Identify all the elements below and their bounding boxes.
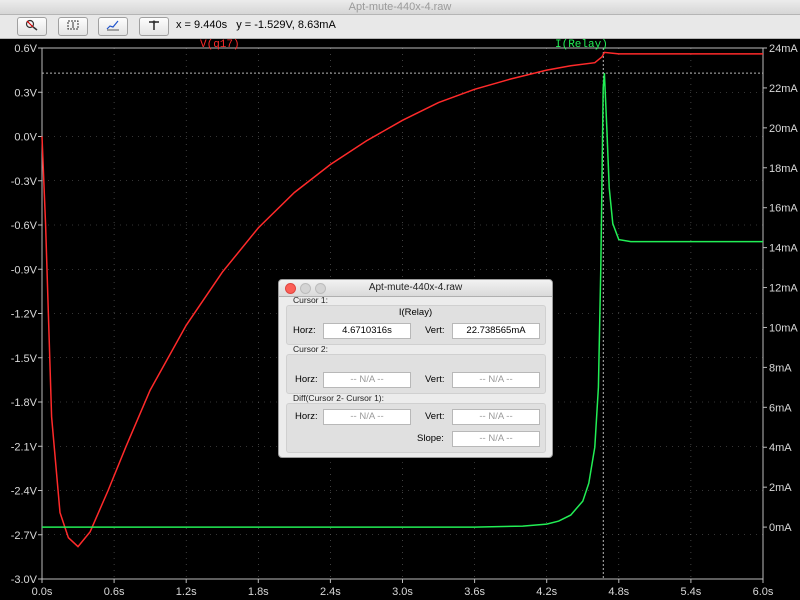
x-tick-label: 1.2s	[176, 586, 197, 598]
zoom-out-button[interactable]	[17, 17, 47, 36]
cursor2-horz-label: Horz:	[295, 374, 318, 385]
right-axis-ticks: 24mA 22mA 20mA 18mA 16mA 14mA 12mA 10mA 8mA 6mA 4m…	[763, 43, 798, 534]
left-tick-label: 0.0V	[14, 132, 37, 144]
right-tick-label: 2mA	[769, 482, 792, 494]
cursor1-section-label: Cursor 1:	[293, 295, 328, 305]
right-trace-label[interactable]: I(Relay)	[555, 39, 608, 51]
x-tick-label: 4.2s	[536, 586, 557, 598]
right-tick-label: 4mA	[769, 442, 792, 454]
x-tick-label: 2.4s	[320, 586, 341, 598]
right-tick-label: 20mA	[769, 123, 798, 135]
left-tick-label: -2.4V	[11, 486, 38, 498]
cursor2-vert-field[interactable]: -- N/A --	[452, 372, 540, 388]
window-title-bar: Apt-mute-440x-4.raw	[0, 0, 800, 15]
zoom-fit-icon	[66, 18, 80, 36]
x-tick-label: 3.0s	[392, 586, 413, 598]
left-trace-label[interactable]: V(q17)	[200, 39, 240, 51]
diff-horz-label: Horz:	[295, 411, 318, 422]
left-tick-label: -0.9V	[11, 264, 38, 276]
right-tick-label: 6mA	[769, 402, 792, 414]
cursor-dialog: Apt-mute-440x-4.raw Cursor 1: I(Relay) H…	[278, 279, 553, 458]
zoom-out-icon	[25, 18, 39, 36]
left-tick-label: -2.1V	[11, 441, 38, 453]
cursor1-horz-label: Horz:	[293, 325, 316, 336]
diff-vert-field[interactable]: -- N/A --	[452, 409, 540, 425]
right-tick-label: 0mA	[769, 522, 792, 534]
right-tick-label: 24mA	[769, 43, 798, 55]
dialog-title: Apt-mute-440x-4.raw	[368, 282, 463, 293]
right-tick-label: 18mA	[769, 163, 798, 175]
left-tick-label: -1.2V	[11, 309, 38, 321]
autorange-icon	[106, 18, 120, 36]
left-tick-label: -3.0V	[11, 574, 38, 586]
left-tick-label: 0.3V	[14, 87, 37, 99]
left-tick-label: -1.5V	[11, 353, 38, 365]
diff-section-label: Diff(Cursor 2- Cursor 1):	[293, 393, 384, 403]
cursor1-trace-name: I(Relay)	[398, 307, 433, 318]
x-tick-label: 4.8s	[608, 586, 629, 598]
zoom-fit-button[interactable]	[58, 17, 88, 36]
right-tick-label: 16mA	[769, 203, 798, 215]
cursor1-horz-field[interactable]: 4.6710316s	[323, 323, 411, 339]
x-tick-label: 6.0s	[753, 586, 774, 598]
left-tick-label: -0.3V	[11, 176, 38, 188]
cursor1-vert-field[interactable]: 22.738565mA	[452, 323, 540, 339]
diff-horz-field[interactable]: -- N/A --	[323, 409, 411, 425]
diff-slope-label: Slope:	[417, 433, 444, 444]
left-tick-label: -0.6V	[11, 220, 38, 232]
left-tick-label: -2.7V	[11, 530, 38, 542]
cursor-readout: x = 9.440s y = -1.529V, 8.63mA	[176, 19, 336, 31]
autorange-button[interactable]	[98, 17, 128, 36]
right-tick-label: 14mA	[769, 243, 798, 255]
x-tick-label: 1.8s	[248, 586, 269, 598]
cursor2-vert-label: Vert:	[425, 374, 445, 385]
x-axis-ticks: 0.0s 0.6s 1.2s 1.8s 2.4s 3.0s 3.6s 4.2s 4.8s 5.4s…	[32, 579, 774, 598]
diff-vert-label: Vert:	[425, 411, 445, 422]
right-tick-label: 10mA	[769, 322, 798, 334]
probe-icon	[147, 18, 161, 36]
left-axis-ticks: 0.6V 0.3V 0.0V -0.3V -0.6V -0.9V -1.2V -1.5V -1.…	[11, 43, 42, 586]
cursor1-vert-label: Vert:	[425, 325, 445, 336]
window-title: Apt-mute-440x-4.raw	[348, 1, 452, 13]
right-tick-label: 8mA	[769, 362, 792, 374]
x-tick-label: 3.6s	[464, 586, 485, 598]
left-tick-label: 0.6V	[14, 43, 37, 55]
x-tick-label: 5.4s	[681, 586, 702, 598]
toolbar: x = 9.440s y = -1.529V, 8.63mA	[0, 15, 800, 39]
cursor2-section-label: Cursor 2:	[293, 344, 328, 354]
x-tick-label: 0.0s	[32, 586, 53, 598]
cursor2-horz-field[interactable]: -- N/A --	[323, 372, 411, 388]
probe-button[interactable]	[139, 17, 169, 36]
right-tick-label: 12mA	[769, 283, 798, 295]
right-tick-label: 22mA	[769, 83, 798, 95]
x-tick-label: 0.6s	[104, 586, 125, 598]
left-tick-label: -1.8V	[11, 397, 38, 409]
diff-slope-field[interactable]: -- N/A --	[452, 431, 540, 447]
